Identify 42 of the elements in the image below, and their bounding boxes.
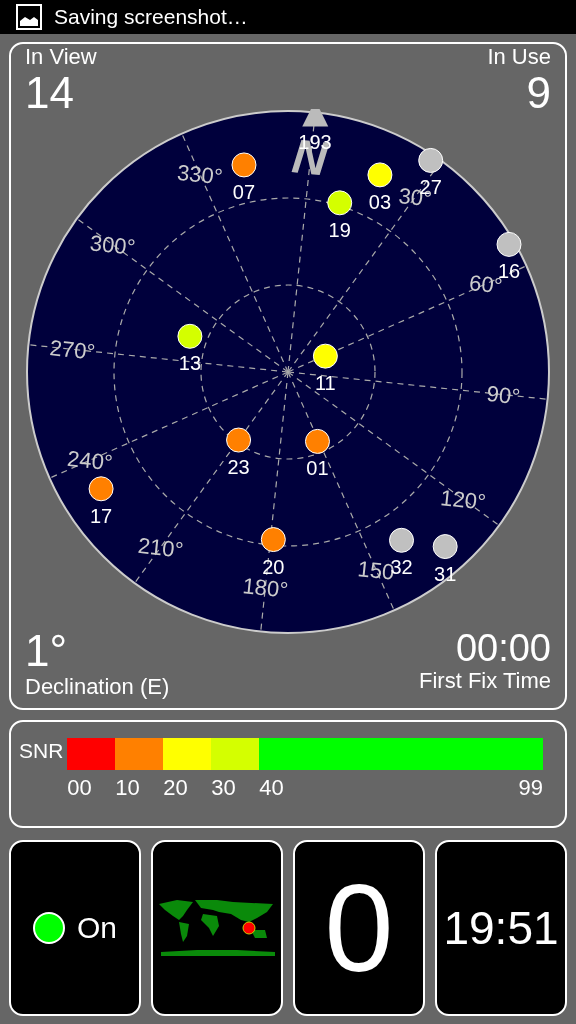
map-tile[interactable] [151, 840, 283, 1016]
count-tile[interactable]: 0 [293, 840, 425, 1016]
first-fix-label: First Fix Time [419, 668, 551, 694]
satellite-number: 11 [315, 372, 336, 395]
first-fix-time: 00:00 [455, 628, 551, 668]
snr-scale-label: 20 [163, 774, 188, 802]
in-view-label: In View [25, 44, 97, 70]
location-dot [242, 921, 256, 935]
satellite-number: 17 [89, 504, 113, 527]
north-marker-icon [302, 109, 329, 127]
clock-time: 19:51 [443, 905, 559, 951]
snr-scale-label: 00 [67, 774, 92, 802]
satellite-number: 13 [178, 352, 201, 375]
compass-degree-label: 270° [48, 335, 97, 365]
compass-degree-label: 330° [175, 159, 224, 190]
in-use-count: 9 [526, 70, 551, 116]
satellite-number: 01 [306, 457, 329, 480]
snr-scale-label: 40 [259, 774, 284, 802]
clock-tile[interactable]: 19:51 [435, 840, 567, 1016]
gps-status-text: On [77, 913, 117, 943]
satellite-count: 0 [324, 866, 394, 990]
snr-label: SNR [19, 738, 64, 764]
compass-degree-label: 300° [88, 230, 137, 260]
satellite-number: 19 [328, 218, 351, 241]
satellite-number: 31 [434, 562, 457, 585]
in-use-label: In Use [487, 44, 551, 70]
snr-scale-label: 99 [518, 774, 543, 802]
declination-value: 1° [25, 628, 68, 674]
satellite-number: 03 [368, 190, 392, 213]
gps-status-tile[interactable]: On [9, 840, 141, 1016]
notification-text: Saving screenshot… [54, 5, 248, 29]
satellite-number: 07 [232, 180, 256, 203]
in-view-count: 14 [25, 70, 74, 116]
compass-degree-label: 240° [66, 445, 114, 476]
compass-degree-label: 210° [136, 532, 185, 563]
snr-scale-label: 10 [115, 774, 140, 802]
declination-label: Declination (E) [25, 674, 170, 700]
compass-degree-label: 120° [439, 485, 488, 515]
compass-degree-label: 90° [485, 380, 522, 410]
snr-scale-label: 30 [211, 774, 236, 802]
satellite-number: 23 [227, 456, 250, 479]
image-icon [16, 4, 42, 30]
